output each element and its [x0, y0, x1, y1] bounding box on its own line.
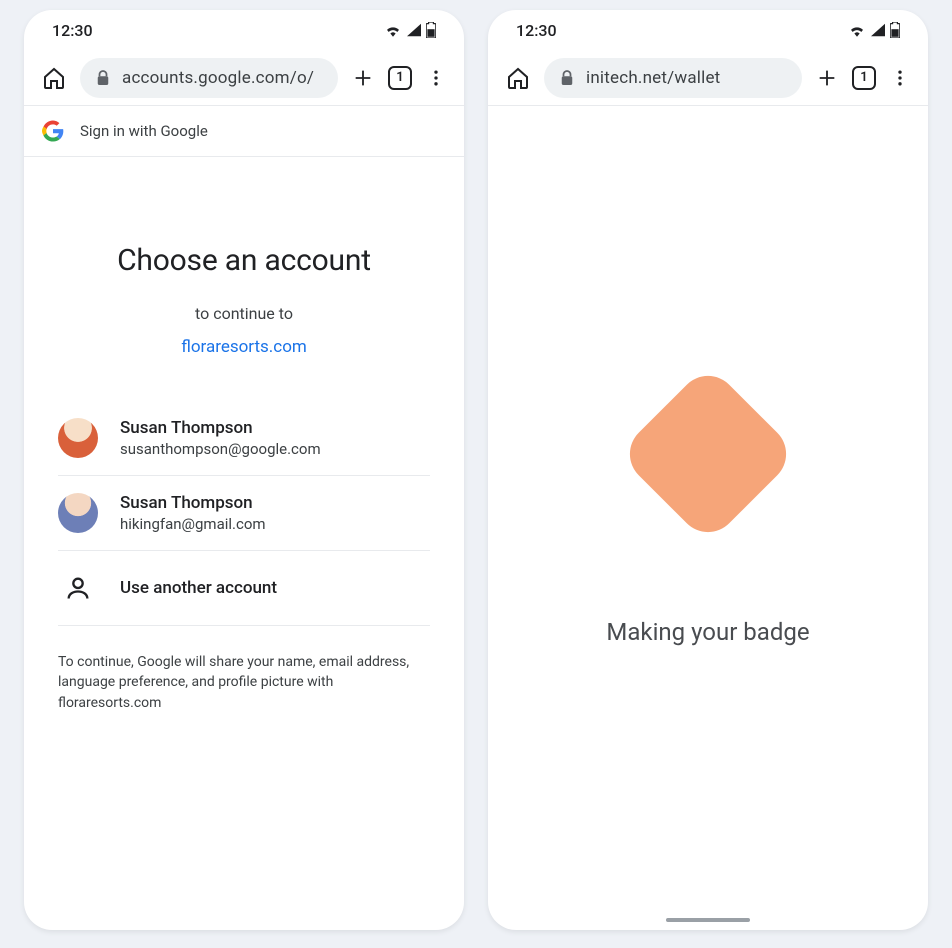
- battery-icon: [890, 22, 900, 38]
- avatar: [58, 418, 98, 458]
- tab-switcher[interactable]: 1: [388, 66, 412, 90]
- new-tab-icon[interactable]: [352, 67, 374, 89]
- disclosure-text: To continue, Google will share your name…: [58, 652, 430, 713]
- person-add-icon: [58, 568, 98, 608]
- wifi-icon: [848, 23, 866, 37]
- url-text: accounts.google.com/o/: [122, 68, 314, 88]
- status-bar: 12:30: [24, 10, 464, 50]
- home-icon[interactable]: [42, 66, 66, 90]
- device-right: 12:30 initech.net/wallet 1 Making your b…: [488, 10, 928, 930]
- url-bar[interactable]: initech.net/wallet: [544, 58, 802, 98]
- account-name: Susan Thompson: [120, 418, 321, 438]
- use-another-account-row[interactable]: Use another account: [58, 551, 430, 626]
- status-icons: [384, 22, 436, 38]
- cell-signal-icon: [406, 23, 422, 37]
- gis-title: Sign in with Google: [80, 122, 208, 140]
- browser-chrome: initech.net/wallet 1: [488, 50, 928, 106]
- account-row[interactable]: Susan Thompson susanthompson@google.com: [58, 401, 430, 476]
- device-left: 12:30 accounts.google.com/o/ 1 Sign: [24, 10, 464, 930]
- page-title: Choose an account: [58, 243, 430, 278]
- sign-in-with-google-header: Sign in with Google: [24, 106, 464, 157]
- badge-spinner-icon: [617, 363, 798, 544]
- url-bar[interactable]: accounts.google.com/o/: [80, 58, 338, 98]
- status-time: 12:30: [516, 21, 557, 40]
- status-bar: 12:30: [488, 10, 928, 50]
- new-tab-icon[interactable]: [816, 67, 838, 89]
- account-chooser: Choose an account to continue to florare…: [24, 157, 464, 930]
- status-time: 12:30: [52, 21, 93, 40]
- target-site-link[interactable]: floraresorts.com: [58, 337, 430, 357]
- overflow-menu-icon[interactable]: [890, 68, 910, 88]
- lock-icon: [560, 70, 574, 86]
- account-email: susanthompson@google.com: [120, 440, 321, 458]
- overflow-menu-icon[interactable]: [426, 68, 446, 88]
- google-g-icon: [42, 120, 64, 142]
- account-name: Susan Thompson: [120, 493, 266, 513]
- account-email: hikingfan@gmail.com: [120, 515, 266, 533]
- loading-message: Making your badge: [606, 618, 809, 646]
- avatar: [58, 493, 98, 533]
- cell-signal-icon: [870, 23, 886, 37]
- subtitle: to continue to: [58, 304, 430, 323]
- use-another-label: Use another account: [120, 578, 277, 598]
- tab-switcher[interactable]: 1: [852, 66, 876, 90]
- lock-icon: [96, 70, 110, 86]
- badge-loading-screen: Making your badge: [488, 106, 928, 930]
- browser-chrome: accounts.google.com/o/ 1: [24, 50, 464, 106]
- status-icons: [848, 22, 900, 38]
- wifi-icon: [384, 23, 402, 37]
- url-text: initech.net/wallet: [586, 68, 720, 88]
- gesture-bar: [666, 918, 750, 922]
- account-row[interactable]: Susan Thompson hikingfan@gmail.com: [58, 476, 430, 551]
- battery-icon: [426, 22, 436, 38]
- home-icon[interactable]: [506, 66, 530, 90]
